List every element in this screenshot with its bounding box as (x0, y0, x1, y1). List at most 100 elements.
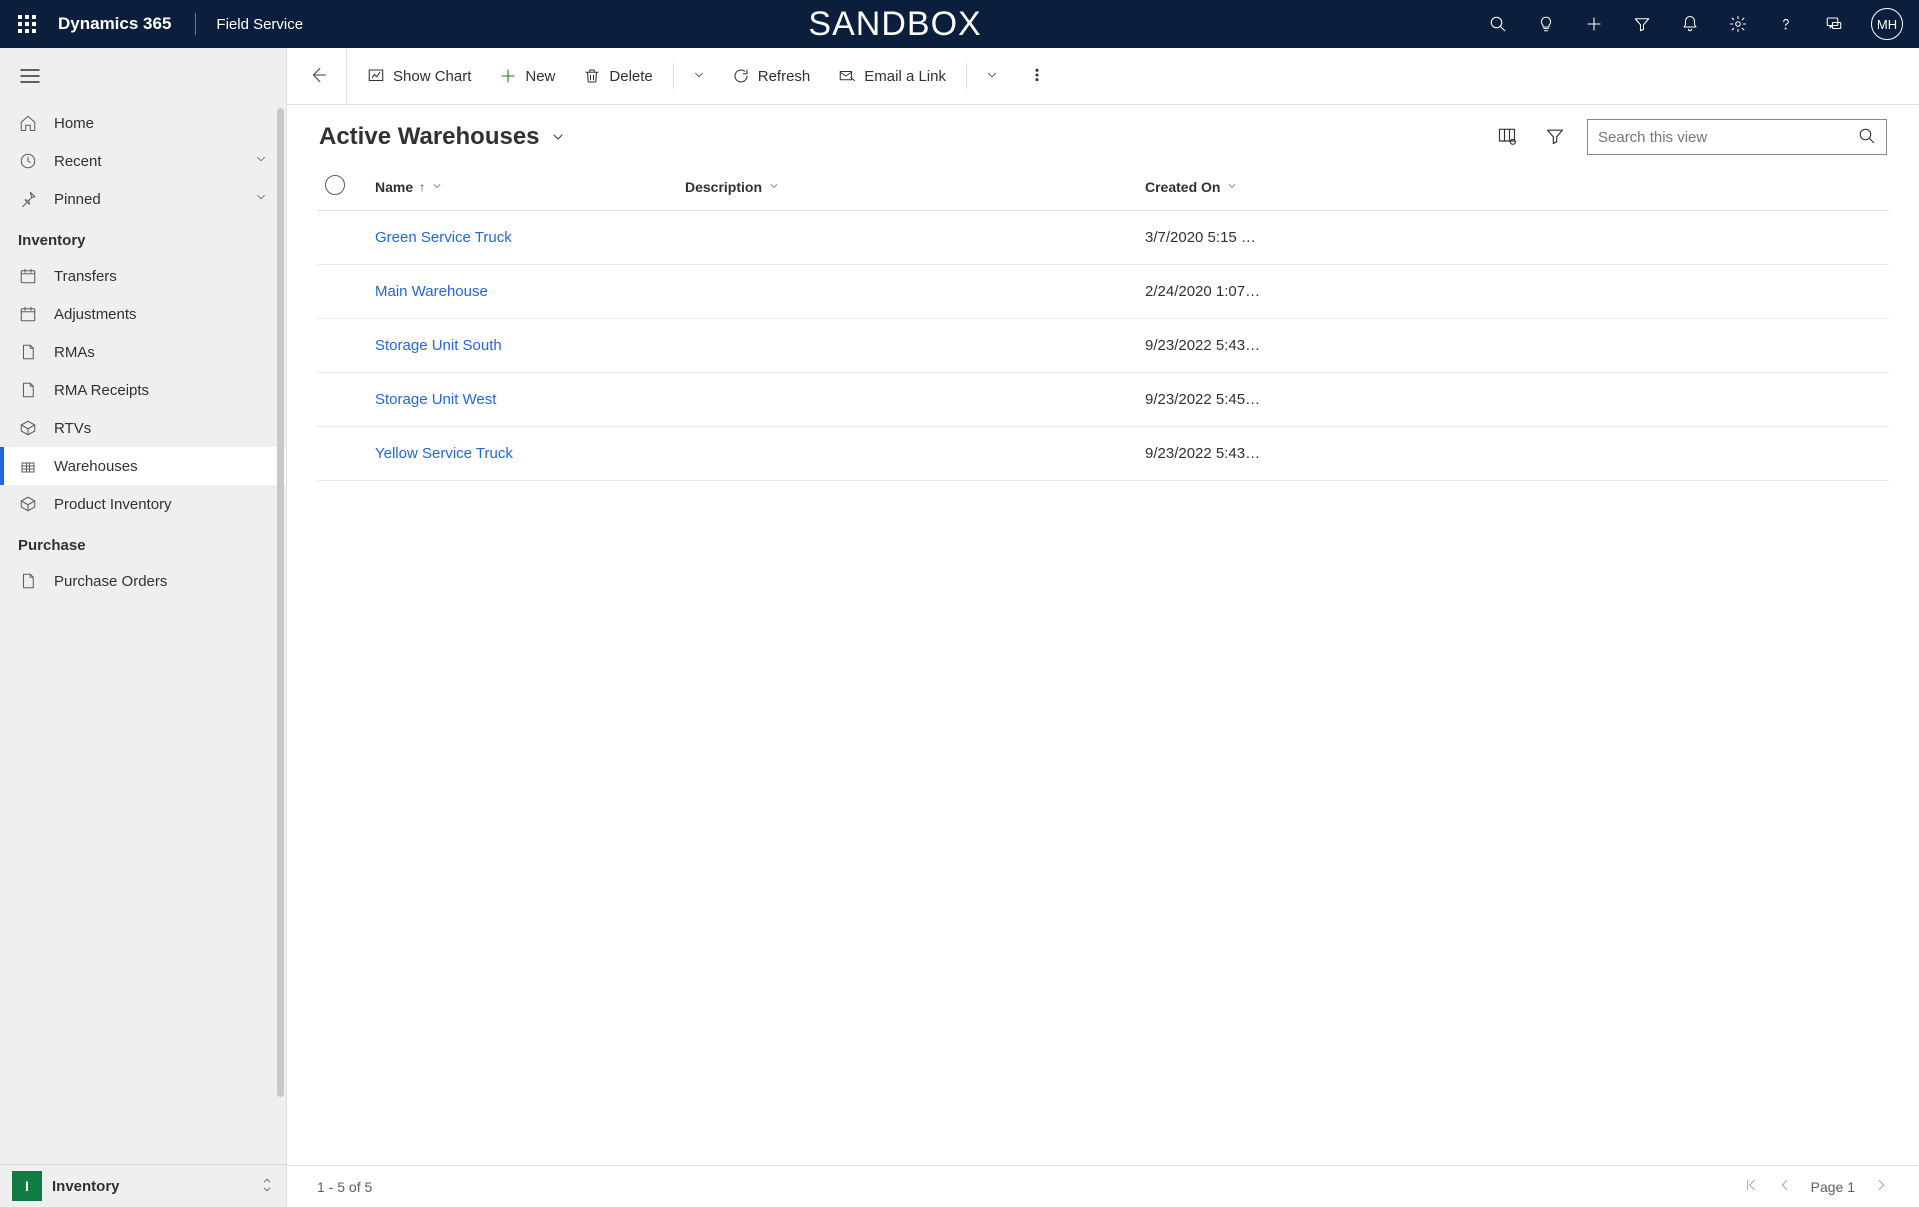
back-button[interactable] (306, 64, 328, 89)
cell-description (677, 373, 1137, 427)
email-link-button[interactable]: Email a Link (826, 61, 958, 91)
waffle-icon (18, 15, 36, 33)
gear-icon[interactable] (1727, 13, 1749, 35)
nav-product-inventory[interactable]: Product Inventory (0, 485, 286, 523)
row-select[interactable] (317, 211, 367, 265)
warehouse-icon (18, 457, 38, 475)
column-header-name[interactable]: Name ↑ (367, 163, 677, 211)
cell-description (677, 211, 1137, 265)
brand-label[interactable]: Dynamics 365 (58, 14, 171, 34)
row-select[interactable] (317, 427, 367, 481)
search-icon[interactable] (1487, 13, 1509, 35)
nav-rma-receipts[interactable]: RMA Receipts (0, 371, 286, 409)
prev-page-button[interactable] (1777, 1177, 1793, 1196)
record-link[interactable]: Green Service Truck (375, 229, 512, 246)
select-all-header[interactable] (317, 163, 367, 211)
site-map-sidebar: Home Recent Pinned Inventory Transfers A… (0, 48, 287, 1207)
table-row[interactable]: Storage Unit West9/23/2022 5:45… (317, 373, 1889, 427)
new-button[interactable]: New (487, 61, 567, 91)
calendar-icon (18, 267, 38, 285)
cell-name: Green Service Truck (367, 211, 677, 265)
th-label: Name (375, 179, 413, 195)
search-input[interactable] (1598, 129, 1858, 146)
nav-purchase-orders[interactable]: Purchase Orders (0, 562, 286, 600)
view-header: Active Warehouses (287, 105, 1919, 163)
document-icon (18, 572, 38, 590)
nav-label: Warehouses (54, 458, 138, 475)
page-label: Page 1 (1811, 1179, 1855, 1195)
sidebar-scrollbar[interactable] (277, 108, 284, 1097)
table-row[interactable]: Green Service Truck3/7/2020 5:15 … (317, 211, 1889, 265)
nav-recent[interactable]: Recent (0, 142, 286, 180)
divider (673, 63, 674, 89)
chevron-down-icon (1226, 179, 1238, 195)
filter-button[interactable] (1539, 120, 1571, 155)
area-switcher[interactable]: I Inventory (0, 1164, 286, 1207)
module-label[interactable]: Field Service (216, 16, 303, 33)
delete-dropdown[interactable] (682, 62, 716, 91)
nav-pinned[interactable]: Pinned (0, 180, 286, 218)
nav-label: Product Inventory (54, 496, 172, 513)
command-bar: Show Chart New Delete Refresh (287, 48, 1919, 105)
show-chart-button[interactable]: Show Chart (355, 61, 483, 91)
cell-created-on: 2/24/2020 1:07… (1137, 265, 1889, 319)
table-row[interactable]: Storage Unit South9/23/2022 5:43… (317, 319, 1889, 373)
chevron-down-icon (550, 129, 566, 145)
cell-name: Main Warehouse (367, 265, 677, 319)
nav-section-inventory: Inventory (0, 218, 286, 257)
data-grid: Name ↑ Description (287, 163, 1919, 1165)
row-select[interactable] (317, 373, 367, 427)
sidebar-collapse-button[interactable] (0, 58, 286, 94)
column-header-description[interactable]: Description (677, 163, 1137, 211)
column-header-created-on[interactable]: Created On (1137, 163, 1889, 211)
nav-label: Adjustments (54, 306, 137, 323)
email-icon (838, 67, 856, 85)
nav-rtvs[interactable]: RTVs (0, 409, 286, 447)
row-select[interactable] (317, 319, 367, 373)
sort-asc-icon: ↑ (419, 180, 425, 194)
record-link[interactable]: Storage Unit West (375, 391, 496, 408)
chevron-down-icon (431, 179, 443, 195)
pin-icon (18, 190, 38, 208)
filter-icon[interactable] (1631, 13, 1653, 35)
cmd-label: Show Chart (393, 68, 471, 85)
nav-home[interactable]: Home (0, 104, 286, 142)
nav-rmas[interactable]: RMAs (0, 333, 286, 371)
app-launcher-button[interactable] (10, 7, 44, 41)
nav-label: Pinned (54, 191, 101, 208)
first-page-button[interactable] (1743, 1177, 1759, 1196)
search-icon (1858, 127, 1876, 148)
refresh-button[interactable]: Refresh (720, 61, 823, 91)
record-link[interactable]: Storage Unit South (375, 337, 502, 354)
record-link[interactable]: Yellow Service Truck (375, 445, 513, 462)
chart-icon (367, 67, 385, 85)
nav-adjustments[interactable]: Adjustments (0, 295, 286, 333)
user-avatar[interactable]: MH (1871, 8, 1903, 40)
help-icon[interactable] (1775, 13, 1797, 35)
avatar-initials: MH (1877, 17, 1897, 32)
table-row[interactable]: Main Warehouse 2/24/2020 1:07… (317, 265, 1889, 319)
bell-icon[interactable] (1679, 13, 1701, 35)
view-selector[interactable]: Active Warehouses (319, 123, 566, 151)
row-select[interactable] (317, 265, 367, 319)
expand-collapse-icon (260, 1176, 274, 1197)
nav-warehouses[interactable]: Warehouses (0, 447, 286, 485)
th-label: Created On (1145, 179, 1220, 195)
edit-columns-button[interactable] (1491, 120, 1523, 155)
chat-icon[interactable] (1823, 13, 1845, 35)
chevron-down-icon (768, 179, 780, 195)
new-icon[interactable] (1583, 13, 1605, 35)
nav-transfers[interactable]: Transfers (0, 257, 286, 295)
view-search-box[interactable] (1587, 119, 1887, 155)
nav-label: RMA Receipts (54, 382, 149, 399)
table-row[interactable]: Yellow Service Truck9/23/2022 5:43… (317, 427, 1889, 481)
lightbulb-icon[interactable] (1535, 13, 1557, 35)
command-overflow-button[interactable] (1019, 61, 1055, 92)
record-link[interactable]: Main Warehouse (375, 283, 488, 300)
next-page-button[interactable] (1873, 1177, 1889, 1196)
delete-button[interactable]: Delete (571, 61, 664, 91)
chevron-down-icon (254, 190, 268, 208)
email-link-dropdown[interactable] (975, 62, 1009, 91)
nav-label: Transfers (54, 268, 117, 285)
nav-label: RMAs (54, 344, 95, 361)
